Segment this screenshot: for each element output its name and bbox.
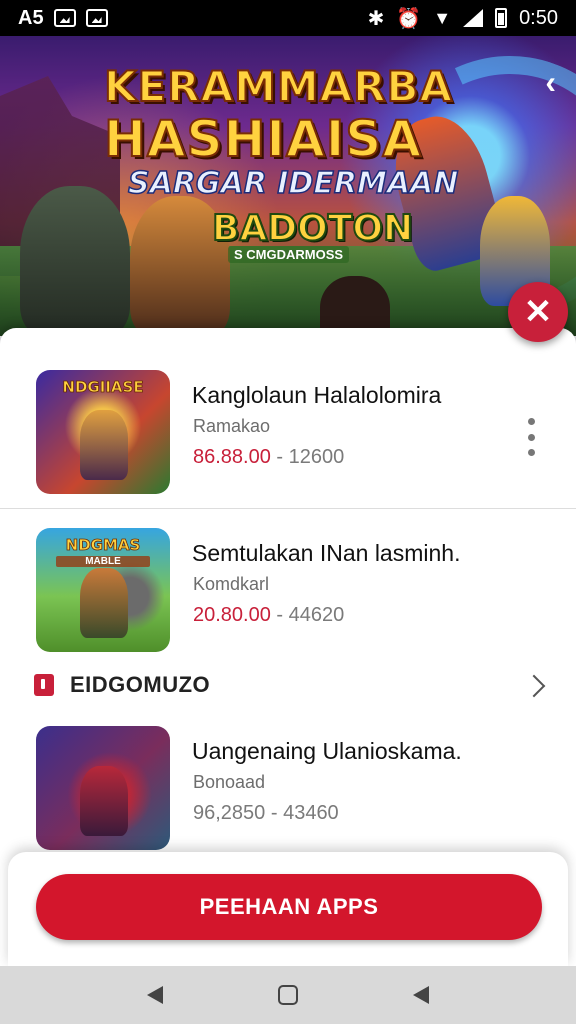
app-thumbnail[interactable]: NDGIIASE xyxy=(36,370,170,494)
section-header[interactable]: EIDGOMUZO xyxy=(0,668,576,704)
nav-recents-icon[interactable] xyxy=(412,986,429,1004)
app-developer: Bonoaad xyxy=(193,772,266,792)
more-vert-icon[interactable] xyxy=(520,418,542,456)
thumbnail-logo-text: NDGMAS xyxy=(65,536,141,555)
signal-icon xyxy=(463,9,484,27)
thumbnail-logo-subtext: MABLE xyxy=(56,556,150,567)
app-thumbnail[interactable] xyxy=(36,726,170,850)
image-notification-icon xyxy=(85,9,108,27)
app-price-main: 86.88.00 xyxy=(193,446,271,468)
app-list-item[interactable]: NDGIIASE Kanglolaun Halalolomira Ramakao… xyxy=(0,364,576,514)
app-price-rest: 96,2850 - 43460 xyxy=(193,802,339,824)
app-title: Semtulakan INan lasminh. xyxy=(192,540,461,566)
hero-character-soldier xyxy=(20,186,130,336)
thumbnail-character xyxy=(80,766,128,836)
app-list-item[interactable]: Uangenaing Ulanioskama. Bonoaad 96,2850 … xyxy=(0,720,576,870)
app-price: 96,2850 - 43460 xyxy=(193,802,339,825)
hero-title-line1: KERAMMARBA xyxy=(103,61,454,112)
close-button[interactable]: ✕ xyxy=(508,282,568,342)
hero-badge-subtitle: S CMGDARMOSS xyxy=(228,246,350,263)
status-right: ✱ ⏰ ▼ 0:50 xyxy=(368,6,558,31)
battery-icon xyxy=(495,8,508,28)
app-developer: Komdkarl xyxy=(193,574,270,594)
hero-banner[interactable]: KERAMMARBA HASHIAISA SARGAR IDERMAAN BAD… xyxy=(0,36,576,336)
back-chevron-icon[interactable]: ‹ xyxy=(545,66,556,98)
hero-character-silhouette xyxy=(320,276,390,336)
cta-panel: PEEHAAN APPS xyxy=(8,852,568,966)
nav-home-icon[interactable] xyxy=(277,985,298,1005)
app-title: Uangenaing Ulanioskama. xyxy=(192,738,462,764)
status-left-text: A5 xyxy=(18,6,44,29)
alarm-icon: ⏰ xyxy=(396,7,422,30)
hero-title-line2: HASHIAISA xyxy=(103,109,423,169)
hero-badge-title: BADOTON xyxy=(211,207,414,250)
status-left: A5 xyxy=(18,7,108,30)
status-time: 0:50 xyxy=(519,6,558,29)
thumbnail-character xyxy=(80,410,128,480)
app-price-rest: - 44620 xyxy=(270,604,345,626)
app-thumbnail[interactable]: NDGMAS MABLE xyxy=(36,528,170,652)
divider xyxy=(0,508,576,509)
section-flag-icon xyxy=(34,674,54,696)
section-title: EIDGOMUZO xyxy=(70,672,211,697)
app-price: 86.88.00 - 12600 xyxy=(193,446,344,469)
nav-back-icon[interactable] xyxy=(147,986,164,1004)
close-icon: ✕ xyxy=(523,293,553,331)
app-developer: Ramakao xyxy=(193,416,271,436)
app-price: 20.80.00 - 44620 xyxy=(193,604,344,627)
app-price-rest: - 12600 xyxy=(270,446,345,468)
primary-cta-button[interactable]: PEEHAAN APPS xyxy=(36,874,542,940)
navigation-bar xyxy=(0,966,576,1024)
status-bar: A5 ✱ ⏰ ▼ 0:50 xyxy=(0,0,576,36)
screen: A5 ✱ ⏰ ▼ 0:50 KERAMMARBA HASHIAISA SARGA… xyxy=(0,0,576,1024)
gallery-notification-icon xyxy=(53,9,76,27)
thumbnail-logo-text: NDGIIASE xyxy=(62,378,144,397)
app-list-item[interactable]: NDGMAS MABLE Semtulakan INan lasminh. Ko… xyxy=(0,522,576,672)
app-title: Kanglolaun Halalolomira xyxy=(192,382,442,408)
app-price-main: 20.80.00 xyxy=(193,604,271,626)
chevron-right-icon[interactable] xyxy=(524,672,546,700)
thumbnail-character xyxy=(80,568,128,638)
hero-subtitle: SARGAR IDERMAAN xyxy=(127,165,459,202)
wifi-icon: ▼ xyxy=(433,7,452,28)
bluetooth-icon: ✱ xyxy=(367,7,385,30)
